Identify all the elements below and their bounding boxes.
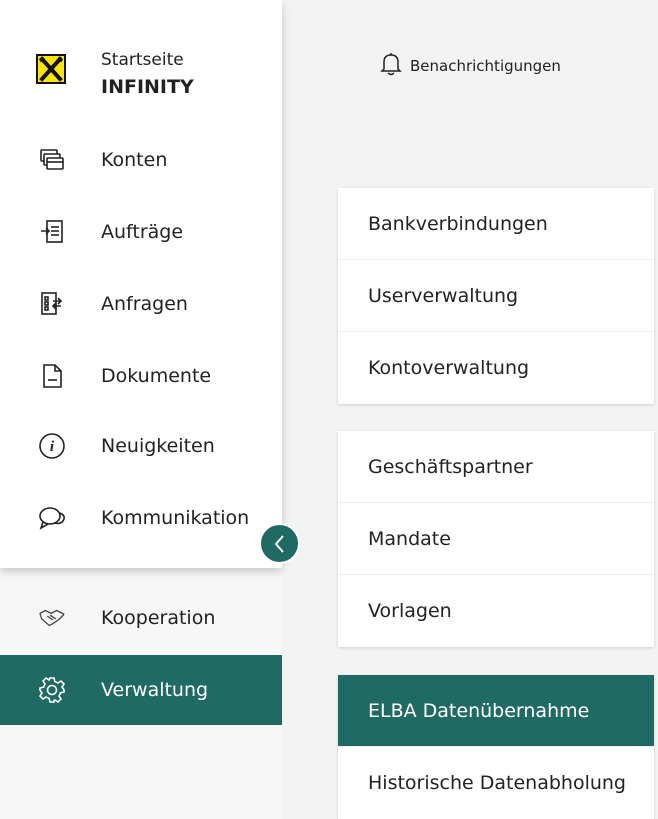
menu-item-userverwaltung[interactable]: Userverwaltung	[338, 260, 654, 332]
sidebar-item-label: Kommunikation	[101, 507, 250, 529]
menu-item-historische-datenabholung[interactable]: Historische Datenabholung	[338, 747, 654, 819]
menu-item-geschaeftspartner[interactable]: Geschäftspartner	[338, 431, 654, 503]
requests-icon	[38, 290, 66, 318]
sidebar-main: Startseite INFINITY Konten Aufträge Anfr…	[0, 0, 282, 568]
bell-icon	[380, 52, 402, 80]
sidebar-item-home[interactable]: Startseite INFINITY	[0, 40, 282, 104]
sidebar-item-dokumente[interactable]: Dokumente	[0, 344, 282, 408]
sidebar-item-kooperation[interactable]: Kooperation	[0, 586, 282, 650]
orders-icon	[38, 218, 66, 246]
sidebar-item-verwaltung[interactable]: Verwaltung	[0, 655, 282, 725]
gear-icon	[38, 676, 66, 704]
menu-group-admin: Bankverbindungen Userverwaltung Kontover…	[338, 188, 654, 404]
sidebar-collapse-button[interactable]	[259, 523, 300, 564]
sidebar-item-konten[interactable]: Konten	[0, 128, 282, 192]
menu-group-data: ELBA Datenübernahme Historische Datenabh…	[338, 675, 654, 819]
handshake-icon	[38, 604, 66, 632]
sidebar-item-label: Neuigkeiten	[101, 435, 215, 457]
raiffeisen-logo-icon	[36, 54, 66, 84]
menu-group-partners: Geschäftspartner Mandate Vorlagen	[338, 431, 654, 647]
svg-text:i: i	[50, 439, 55, 455]
sidebar-item-label: Anfragen	[101, 293, 188, 315]
sidebar-item-label: Aufträge	[101, 221, 184, 243]
sidebar-item-kommunikation[interactable]: Kommunikation	[0, 486, 282, 550]
notifications-label: Benachrichtigungen	[410, 57, 561, 75]
sidebar-item-label: Verwaltung	[101, 679, 209, 701]
menu-item-elba-datenuebernahme[interactable]: ELBA Datenübernahme	[338, 675, 654, 747]
notifications-button[interactable]: Benachrichtigungen	[380, 52, 561, 80]
menu-item-kontoverwaltung[interactable]: Kontoverwaltung	[338, 332, 654, 404]
sidebar-item-label: Dokumente	[101, 365, 212, 387]
sidebar-item-anfragen[interactable]: Anfragen	[0, 272, 282, 336]
info-icon: i	[38, 432, 66, 460]
sidebar-item-auftraege[interactable]: Aufträge	[0, 200, 282, 264]
chat-icon	[38, 504, 66, 532]
chevron-left-icon	[274, 534, 284, 553]
sidebar-item-neuigkeiten[interactable]: i Neuigkeiten	[0, 414, 282, 478]
menu-item-vorlagen[interactable]: Vorlagen	[338, 575, 654, 647]
sidebar-item-label: Kooperation	[101, 607, 216, 629]
sidebar-item-label: Konten	[101, 149, 168, 171]
document-icon	[38, 362, 66, 390]
home-label-line2: INFINITY	[101, 76, 194, 98]
home-label-line1: Startseite	[101, 50, 184, 70]
menu-item-mandate[interactable]: Mandate	[338, 503, 654, 575]
menu-item-bankverbindungen[interactable]: Bankverbindungen	[338, 188, 654, 260]
accounts-icon	[38, 146, 66, 174]
